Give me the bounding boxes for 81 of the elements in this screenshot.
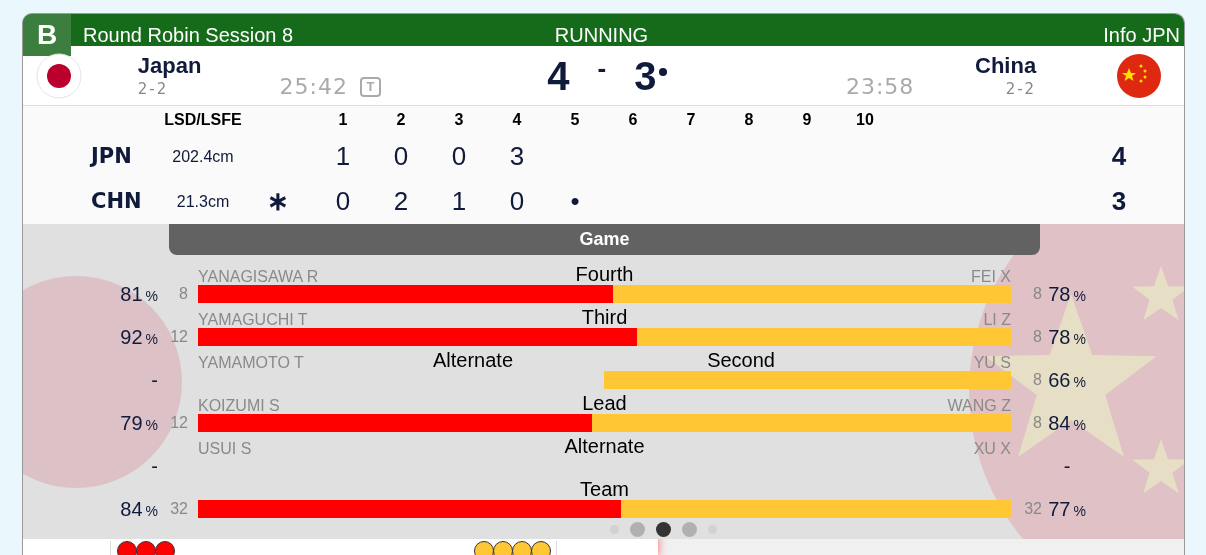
team-name: China — [975, 52, 1037, 80]
time-remaining: 25:42 — [279, 73, 348, 101]
team-record: 2-2 — [1005, 79, 1037, 99]
percentage: 78% — [1048, 325, 1086, 350]
player-name: WANG Z — [947, 398, 1011, 414]
score-separator: - — [597, 52, 607, 85]
shot-count: 8 — [1033, 370, 1042, 390]
position-label: Team — [580, 479, 629, 499]
end-number: 9 — [801, 110, 813, 130]
hammer-mark: ∗ — [267, 185, 289, 218]
end-score: 0 — [509, 186, 525, 216]
end-number: 10 — [855, 110, 875, 130]
player-name: XU X — [973, 441, 1011, 457]
end-number: 6 — [627, 110, 639, 130]
game-status: RUNNING — [553, 23, 650, 48]
end-number: 4 — [511, 110, 523, 130]
team-record: 2-2 — [137, 79, 170, 99]
shot-count: 8 — [1033, 284, 1042, 304]
last-stone-distance: 21.3cm — [175, 191, 231, 212]
percentage: 84% — [120, 497, 158, 522]
shot-count: 12 — [170, 327, 188, 347]
shot-count: 8 — [1033, 327, 1042, 347]
end-score: 1 — [335, 141, 351, 171]
end-score: 0 — [451, 141, 467, 171]
end-number: 1 — [337, 110, 349, 130]
position-label: Fourth — [575, 264, 634, 284]
percentage: 81% — [120, 282, 158, 307]
player-name: YAMAGUCHI T — [198, 312, 308, 328]
info-link[interactable]: Info JPN — [794, 20, 1180, 50]
end-number: 7 — [685, 110, 697, 130]
japan-flag-icon — [36, 52, 82, 99]
player-name: USUI S — [198, 441, 252, 457]
china-flag-icon — [1116, 52, 1163, 99]
column-header: LSD/LSFE — [163, 110, 243, 130]
position-label: Alternate — [564, 436, 645, 456]
percentage: - — [151, 454, 158, 479]
end-score: 3 — [509, 141, 525, 171]
shot-count: 32 — [1024, 499, 1042, 519]
end-number: 8 — [743, 110, 755, 130]
player-name: YANAGISAWA R — [198, 269, 319, 285]
end-score: • — [570, 186, 580, 216]
end-number: 5 — [569, 110, 581, 130]
last-stone-distance: 202.4cm — [171, 146, 235, 167]
percentage: 92% — [120, 325, 158, 350]
total-score: 3 — [1110, 185, 1128, 218]
percentage: 84% — [1048, 411, 1086, 436]
player-name: YAMAMOTO T — [198, 355, 304, 371]
team-code: CHN — [91, 187, 143, 215]
shot-count: 12 — [170, 413, 188, 433]
percentage: - — [1063, 454, 1071, 479]
shot-count: 8 — [179, 284, 188, 304]
team-score: 3 — [634, 45, 667, 106]
end-number: 2 — [395, 110, 407, 130]
position-label: Third — [581, 307, 628, 327]
team-code: JPN — [91, 142, 133, 170]
player-name: LI Z — [983, 312, 1011, 328]
session-title: Round Robin Session 8 — [83, 23, 294, 48]
sheet-badge: B — [23, 14, 71, 56]
percentage: 79% — [120, 411, 158, 436]
timeout-badge: T — [359, 76, 381, 97]
percentage: 78% — [1048, 282, 1086, 307]
player-name: FEI X — [971, 269, 1011, 285]
percentage: - — [151, 368, 158, 393]
shot-count: 8 — [1033, 413, 1042, 433]
end-number: 3 — [453, 110, 465, 130]
player-name: KOIZUMI S — [198, 398, 280, 414]
shot-count: 32 — [170, 499, 188, 519]
team-name: Japan — [137, 52, 203, 80]
time-remaining: 23:58 — [845, 73, 915, 101]
end-score: 0 — [393, 141, 409, 171]
position-label: Alternate — [433, 350, 514, 370]
player-name: YU S — [973, 355, 1011, 371]
team-score: 4 — [547, 52, 570, 100]
position-label: Lead — [582, 393, 627, 413]
end-score: 0 — [335, 186, 351, 216]
percentage: 66% — [1048, 368, 1086, 393]
percentage: 77% — [1048, 497, 1086, 522]
end-score: 2 — [393, 186, 409, 216]
position-label: Second — [707, 350, 775, 370]
end-score: 1 — [451, 186, 467, 216]
total-score: 4 — [1110, 140, 1128, 173]
